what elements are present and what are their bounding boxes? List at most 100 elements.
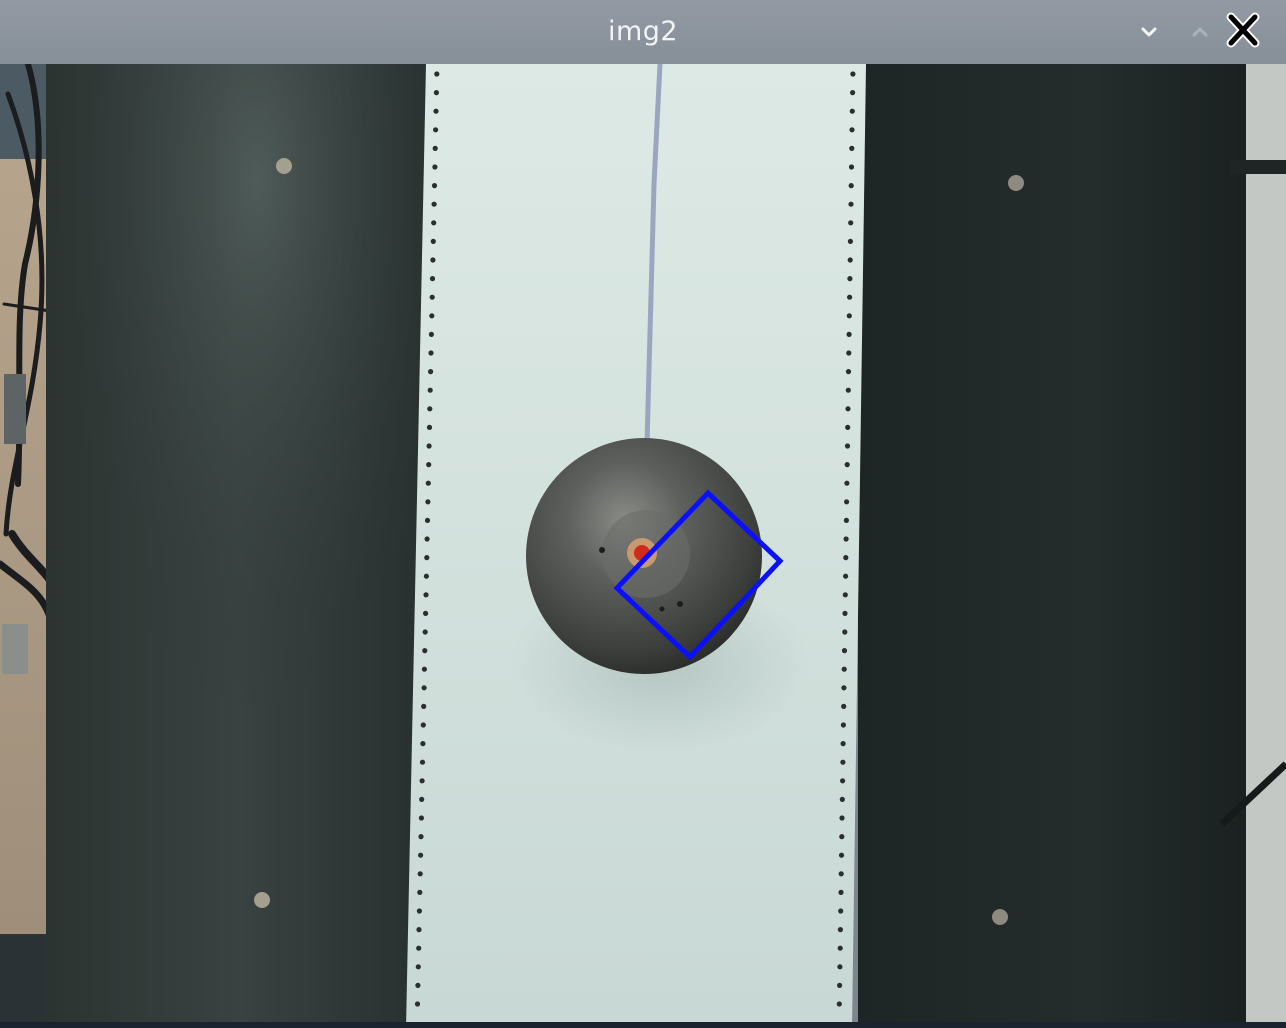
perforation-hole — [433, 90, 439, 96]
perforation-hole — [419, 759, 426, 765]
perforation-hole — [417, 889, 423, 896]
perforation-hole — [840, 778, 846, 784]
perforation-hole — [421, 685, 427, 691]
perforation-hole — [432, 145, 438, 151]
perforation-hole — [847, 294, 853, 300]
minimize-button[interactable] — [1131, 14, 1167, 50]
image-window: img2 — [0, 0, 1286, 1028]
right-panel — [858, 64, 1246, 1028]
perforation-hole — [416, 945, 422, 951]
right-edge — [1246, 64, 1286, 1028]
perforation-hole — [842, 629, 848, 635]
camera-image — [0, 64, 1286, 1028]
perforation-hole — [849, 108, 855, 114]
title-bar[interactable]: img2 — [0, 0, 1286, 65]
perforation-hole — [419, 778, 425, 784]
perforation-hole — [418, 834, 424, 840]
perforation-hole — [426, 424, 433, 430]
perforation-hole — [839, 815, 845, 821]
perforation-hole — [841, 703, 847, 710]
perforation-hole — [844, 462, 850, 468]
perforation-hole — [836, 1001, 842, 1007]
connector — [4, 374, 26, 444]
perforation-hole — [428, 331, 434, 337]
chevron-up-icon — [1192, 27, 1208, 37]
perforation-hole — [425, 480, 431, 486]
perforation-hole — [844, 499, 850, 505]
perforation-hole — [425, 499, 431, 505]
perforation-hole — [433, 127, 439, 133]
perforation-hole — [847, 276, 853, 282]
close-icon — [1226, 12, 1260, 48]
perforation-hole — [840, 759, 846, 765]
perforation-hole — [849, 127, 855, 133]
perforation-hole — [846, 331, 852, 337]
perforation-hole — [843, 573, 849, 579]
perforation-hole — [841, 648, 848, 654]
perforation-hole — [837, 945, 843, 951]
perforation-hole — [429, 294, 435, 300]
perforation-hole — [845, 424, 851, 430]
perforation-hole — [838, 889, 844, 896]
bottom-border — [0, 1022, 1286, 1028]
perforation-hole — [848, 164, 855, 170]
screw — [992, 909, 1008, 925]
perforation-hole — [422, 648, 428, 654]
perforation-hole — [847, 238, 854, 244]
perforation-hole — [434, 71, 440, 77]
perforation-hole — [837, 927, 844, 933]
perforation-hole — [428, 369, 434, 375]
perforation-hole — [839, 796, 845, 803]
ball-screw-hole — [599, 547, 605, 553]
perforation-hole — [422, 629, 428, 635]
perforation-hole — [843, 536, 849, 542]
perforation-hole — [433, 108, 439, 114]
perforation-hole — [838, 852, 845, 858]
perforation-hole — [844, 443, 851, 449]
screw — [1008, 175, 1024, 191]
ball-screw-hole — [677, 601, 683, 607]
perforation-hole — [842, 592, 848, 598]
camera-frame — [0, 64, 1286, 1028]
close-button[interactable] — [1222, 10, 1264, 50]
perforation-hole — [416, 927, 422, 933]
perforation-hole — [838, 908, 844, 914]
connector — [2, 624, 28, 674]
perforation-hole — [838, 871, 844, 877]
perforation-hole — [418, 815, 424, 821]
perforation-hole — [843, 555, 849, 561]
window-title: img2 — [607, 16, 679, 47]
perforation-hole — [419, 796, 425, 803]
perforation-hole — [423, 573, 429, 579]
perforation-hole — [421, 703, 427, 710]
perforation-hole — [847, 257, 853, 263]
perforation-hole — [845, 406, 851, 412]
perforation-hole — [418, 852, 424, 858]
perforation-hole — [430, 257, 436, 263]
perforation-hole — [843, 517, 850, 523]
perforation-hole — [849, 145, 855, 151]
perforation-hole — [424, 536, 430, 542]
bench-object — [0, 934, 50, 1028]
chevron-down-icon — [1141, 27, 1157, 37]
perforation-hole — [840, 741, 846, 747]
perforation-hole — [431, 220, 437, 226]
perforation-hole — [420, 741, 426, 747]
perforation-hole — [850, 90, 856, 96]
left-panel-glare — [46, 64, 431, 1028]
perforation-hole — [837, 964, 843, 970]
screw — [254, 892, 270, 908]
perforation-hole — [416, 908, 422, 914]
perforation-hole — [427, 406, 433, 412]
perforation-hole — [846, 350, 852, 356]
perforation-hole — [845, 369, 852, 375]
perforation-hole — [424, 517, 431, 523]
perforation-hole — [420, 722, 426, 728]
perforation-hole — [432, 164, 438, 170]
perforation-hole — [415, 964, 421, 970]
maximize-button[interactable] — [1182, 14, 1218, 50]
ball-screw-hole — [659, 606, 665, 612]
perforation-hole — [423, 592, 429, 598]
perforation-hole — [846, 313, 852, 319]
perforation-hole — [840, 722, 847, 728]
